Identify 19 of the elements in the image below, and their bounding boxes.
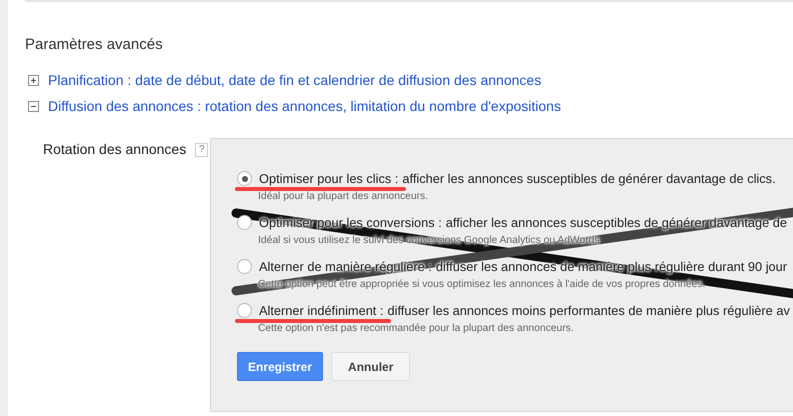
option-hint: Idéal pour la plupart des annonceurs. [257,191,430,202]
option-title[interactable]: Alterner de manière régulière : [259,259,432,274]
settings-link[interactable]: Planification : date de début, date de fin et calendrier de diffusion des annonces [48,72,542,88]
section-title: Paramètres avancés [25,36,164,53]
field-label: Rotation des annonces [43,141,186,157]
radio-button[interactable] [237,215,252,230]
radio-button[interactable] [237,303,252,318]
help-icon[interactable]: ? [195,143,208,157]
collapse-icon[interactable] [28,100,39,112]
radio-button[interactable] [237,259,252,274]
option-hint: Cette option n'est pas recommandée pour la plupart des annonceurs. [257,323,575,334]
option-title[interactable]: Optimiser pour les clics : [259,171,398,186]
option-description: diffuser les annonces moins performantes de manière plus régulière av [387,303,790,318]
cancel-button[interactable]: Annuler [331,352,410,381]
option-title[interactable]: Alterner indéfiniment : [259,303,384,318]
radio-button[interactable] [237,171,252,186]
expand-icon[interactable] [28,74,39,86]
option-description: afficher les annonces susceptibles de générer davantage de clics. [402,171,776,186]
settings-link[interactable]: Diffusion des annonces : rotation des annonces, limitation du nombre d'expositions [48,98,561,114]
